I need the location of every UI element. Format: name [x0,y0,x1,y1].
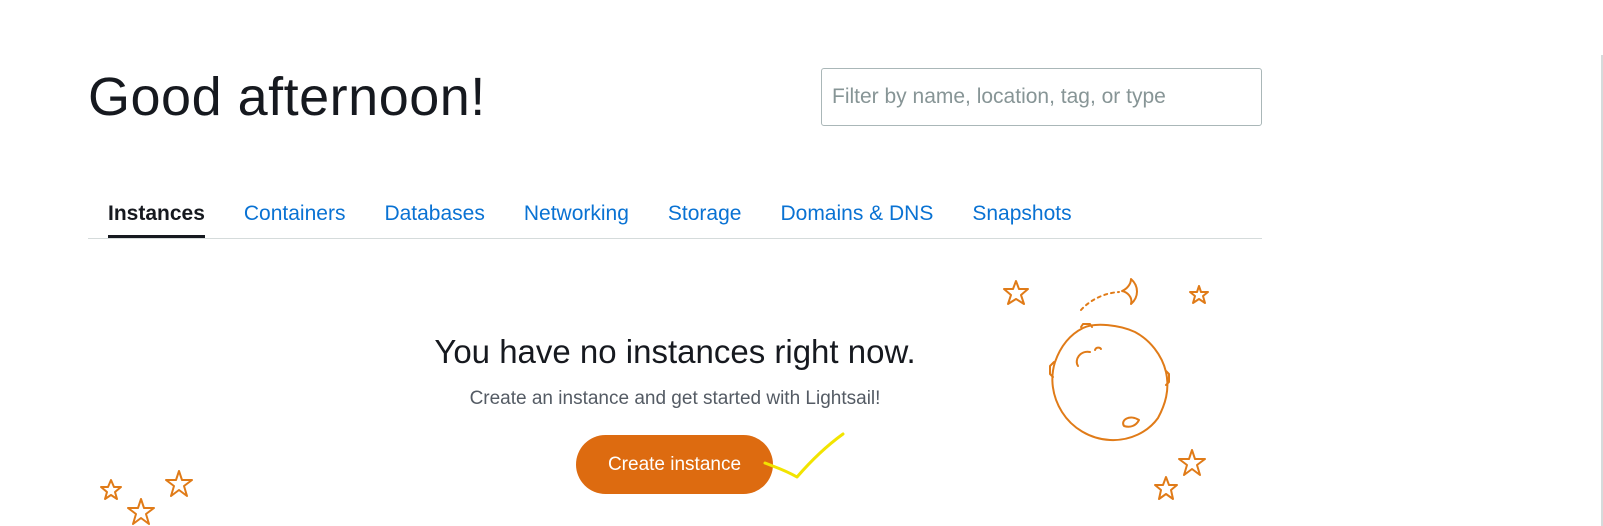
star-icon [127,498,155,525]
star-icon [1189,285,1209,304]
star-icon [1154,476,1178,500]
tab-domains-dns[interactable]: Domains & DNS [780,190,933,236]
tab-instances[interactable]: Instances [108,190,205,238]
star-icon [165,470,193,497]
empty-state-subtitle: Create an instance and get started with … [469,388,881,409]
resource-tabs: Instances Containers Databases Networkin… [88,190,1262,239]
lightsail-home-page: Good afternoon! Instances Containers Dat… [0,0,1603,526]
empty-state-title: You have no instances right now. [434,333,916,370]
tab-databases[interactable]: Databases [384,190,484,236]
moon-trail [1080,291,1120,311]
moon-icon [1121,278,1138,305]
star-icon [1003,280,1029,305]
create-instance-button[interactable]: Create instance [576,435,773,494]
tab-networking[interactable]: Networking [524,190,629,236]
star-icon [100,479,122,500]
tab-snapshots[interactable]: Snapshots [972,190,1071,236]
tab-storage[interactable]: Storage [668,190,742,236]
star-icon [1178,449,1206,476]
checkmark-annotation [763,432,845,479]
tab-containers[interactable]: Containers [244,190,346,236]
filter-search-input[interactable] [821,68,1262,126]
planet-icon [1051,323,1169,442]
page-greeting: Good afternoon! [88,67,486,127]
